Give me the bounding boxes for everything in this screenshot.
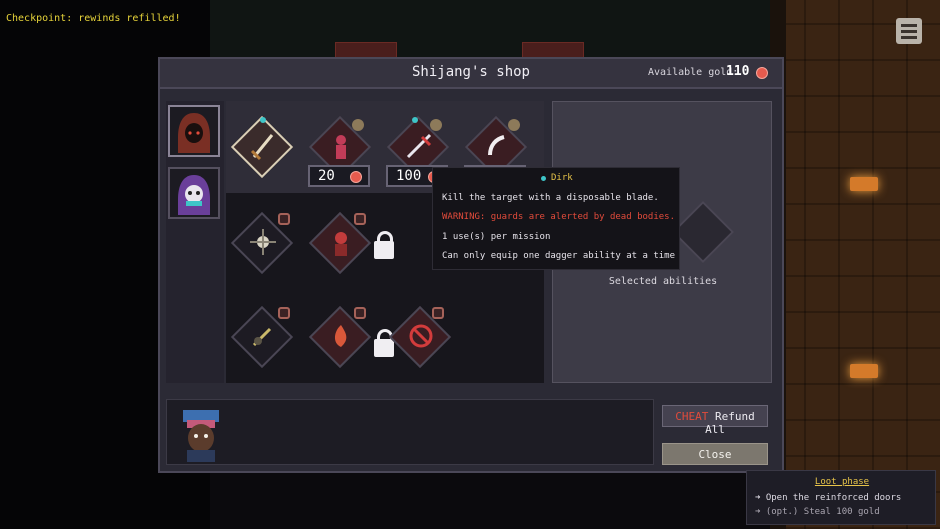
price-tag-1: 20: [308, 165, 370, 187]
refund-all-label: Refund All: [705, 410, 755, 436]
price-value: 100: [396, 168, 422, 184]
gem-icon: [541, 176, 546, 181]
shop-titlebar: Shijang's shop Available gold: 110: [160, 59, 782, 89]
menu-icon: [901, 30, 917, 33]
objectives-title: Loot phase: [814, 477, 870, 487]
demon-icon: [335, 232, 347, 256]
money-bag-icon: [430, 119, 442, 131]
dagger-icon: [250, 134, 274, 161]
padlock-icon[interactable]: [374, 329, 394, 357]
money-bag-icon: [352, 119, 364, 131]
selected-slot-2[interactable]: [671, 200, 735, 264]
tooltip-description: Kill the target with a disposable blade.: [442, 193, 659, 203]
gold-value: 110: [726, 64, 750, 79]
coin-icon: [350, 171, 362, 183]
menu-icon: [901, 24, 917, 27]
objective-item: ➜ Open the reinforced doors: [755, 493, 902, 503]
cheat-tag: CHEAT: [675, 410, 709, 423]
ability-gem-icon: [412, 117, 418, 123]
tooltip-uses: 1 use(s) per mission: [442, 232, 551, 242]
character-portrait-masked[interactable]: [168, 167, 220, 219]
shadow-figure-icon: [336, 135, 346, 159]
padlock-icon[interactable]: [374, 231, 394, 259]
dialogue-box: [166, 399, 654, 465]
coin-icon: [756, 67, 768, 79]
tooltip-title: Dirk: [551, 173, 573, 183]
no-sign-icon: [409, 324, 433, 348]
masked-figure-icon: [178, 175, 210, 215]
refund-all-button[interactable]: CHEAT Refund All: [662, 405, 768, 436]
character-list: [166, 101, 224, 383]
checkpoint-message: Checkpoint: rewinds refilled!: [6, 13, 181, 24]
lock-icon: [354, 213, 366, 225]
explosion-icon: [250, 229, 276, 255]
character-portrait-hooded[interactable]: [168, 105, 220, 157]
tooltip-warning: WARNING: guards are alerted by dead bodi…: [442, 212, 675, 222]
ability-gem-icon: [260, 117, 266, 123]
blade-strike-icon: [406, 133, 432, 159]
price-value: 20: [318, 168, 335, 184]
fire-icon: [334, 325, 347, 347]
selected-abilities-label: Selected abilities: [608, 276, 718, 287]
lock-icon: [354, 307, 366, 319]
menu-icon: [901, 36, 917, 39]
hand-icon: [488, 135, 505, 156]
money-bag-icon: [508, 119, 520, 131]
close-button[interactable]: Close: [662, 443, 768, 465]
hooded-figure-icon: [178, 113, 210, 153]
menu-button[interactable]: [896, 18, 922, 44]
objectives-panel: Loot phase ➜ Open the reinforced doors ➜…: [746, 470, 936, 525]
shopkeeper-portrait: [183, 410, 219, 462]
wooden-floor: [770, 0, 940, 529]
ability-tooltip: Dirk Kill the target with a disposable b…: [432, 167, 680, 270]
lock-icon: [278, 307, 290, 319]
trap-icon: [252, 327, 272, 347]
objective-item: ➜ (opt.) Steal 100 gold: [755, 507, 880, 517]
candle-icon: [850, 364, 878, 378]
candle-icon: [850, 177, 878, 191]
gold-label: Available gold:: [648, 67, 739, 78]
objective-text: Open the reinforced doors: [765, 493, 902, 503]
lock-icon: [432, 307, 444, 319]
tooltip-restriction: Can only equip one dagger ability at a t…: [442, 251, 675, 261]
lock-icon: [278, 213, 290, 225]
objective-text: (opt.) Steal 100 gold: [765, 507, 880, 517]
